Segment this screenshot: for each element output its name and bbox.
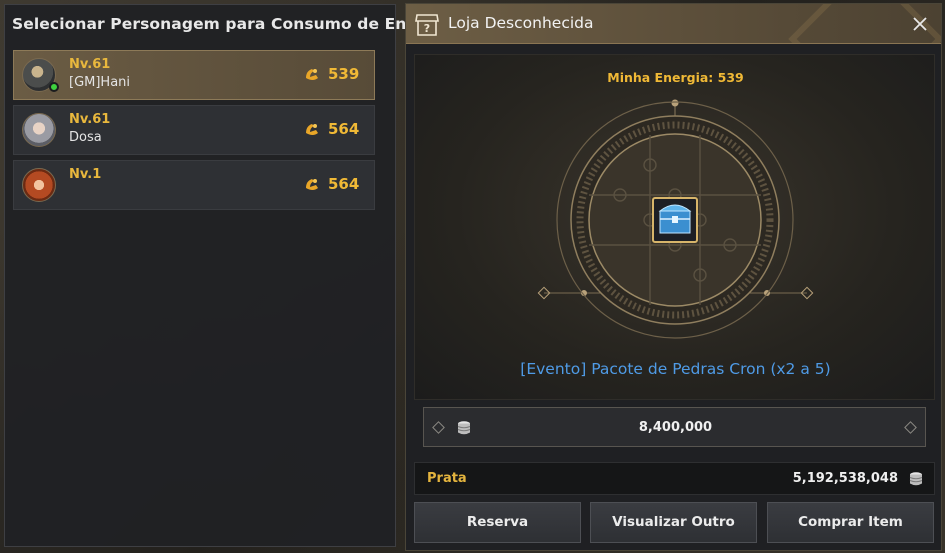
currency-row: Prata 5,192,538,048 xyxy=(414,462,935,495)
treasure-chest-icon xyxy=(658,204,692,234)
avatar xyxy=(22,113,56,147)
buy-item-button[interactable]: Comprar Item xyxy=(767,502,934,543)
my-energy-label: Minha Energia: 539 xyxy=(607,70,744,85)
item-price: 8,400,000 xyxy=(638,420,713,435)
view-other-button[interactable]: Visualizar Outro xyxy=(590,502,757,543)
shop-display: Minha Energia: 539 [Evento] Pacote de Pe… xyxy=(414,54,935,400)
currency-value: 5,192,538,048 xyxy=(792,471,898,486)
window-title: Loja Desconhecida xyxy=(448,14,594,32)
character-row-1[interactable]: Nv.61 [GM]Hani 539 xyxy=(13,50,375,100)
character-level: Nv.61 xyxy=(69,112,111,127)
close-icon[interactable] xyxy=(911,15,929,33)
character-name: [GM]Hani xyxy=(69,75,131,90)
avatar xyxy=(22,168,56,202)
shop-icon: ? xyxy=(415,14,439,36)
online-status-icon xyxy=(49,82,59,92)
currency-label: Prata xyxy=(427,471,467,486)
energy-value: 564 xyxy=(328,175,360,193)
reserve-button[interactable]: Reserva xyxy=(414,502,581,543)
item-name: [Evento] Pacote de Pedras Cron (x2 a 5) xyxy=(520,360,831,378)
character-name: Dosa xyxy=(69,130,102,145)
character-list: Nv.61 [GM]Hani 539 Nv.61 Dosa 564 Nv.1 5… xyxy=(13,50,375,215)
window-header: ? Loja Desconhecida xyxy=(406,4,941,44)
puzzle-emblem xyxy=(537,99,814,339)
character-select-panel: Selecionar Personagem para Consumo de En… xyxy=(4,4,452,547)
energy-value: 539 xyxy=(328,65,360,83)
character-level: Nv.1 xyxy=(69,167,102,182)
character-row-2[interactable]: Nv.61 Dosa 564 xyxy=(13,105,375,155)
energy-icon xyxy=(306,69,318,80)
energy-icon xyxy=(306,179,318,190)
energy-icon xyxy=(306,124,318,135)
silver-coin-icon xyxy=(909,472,923,486)
svg-text:?: ? xyxy=(424,22,430,35)
unknown-shop-window: ? Loja Desconhecida Minha Energia: 539 [… xyxy=(405,3,942,551)
panel-title: Selecionar Personagem para Consumo de En… xyxy=(12,15,452,33)
price-bar: 8,400,000 xyxy=(423,407,926,447)
character-row-3[interactable]: Nv.1 564 xyxy=(13,160,375,210)
character-level: Nv.61 xyxy=(69,57,111,72)
energy-value: 564 xyxy=(328,120,360,138)
